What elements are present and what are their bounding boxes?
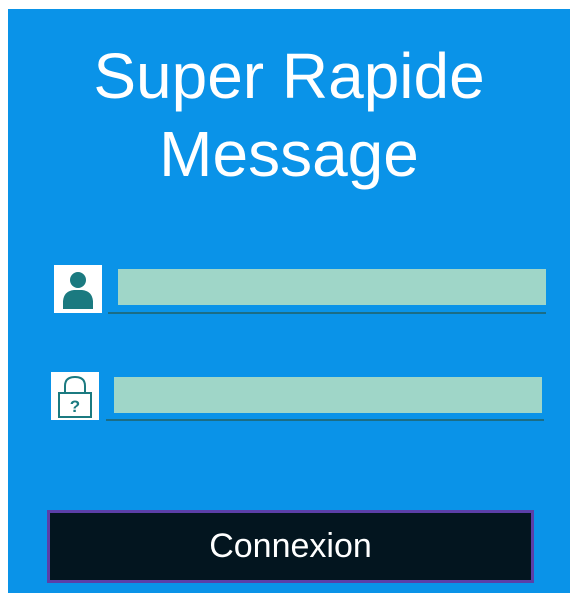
username-input[interactable]	[118, 269, 546, 305]
app-title: Super Rapide Message	[8, 37, 570, 193]
padlock-question-icon: ?	[51, 372, 99, 420]
svg-text:?: ?	[70, 397, 80, 416]
password-underline	[106, 419, 544, 421]
username-underline	[108, 312, 546, 314]
user-icon	[54, 265, 102, 313]
connexion-button[interactable]: Connexion	[47, 510, 534, 583]
login-panel: Super Rapide Message ? Connexion	[8, 9, 570, 593]
password-input[interactable]	[114, 377, 542, 413]
app-title-line2: Message	[159, 118, 419, 190]
app-title-line1: Super Rapide	[93, 40, 485, 112]
connexion-button-label: Connexion	[209, 527, 372, 565]
